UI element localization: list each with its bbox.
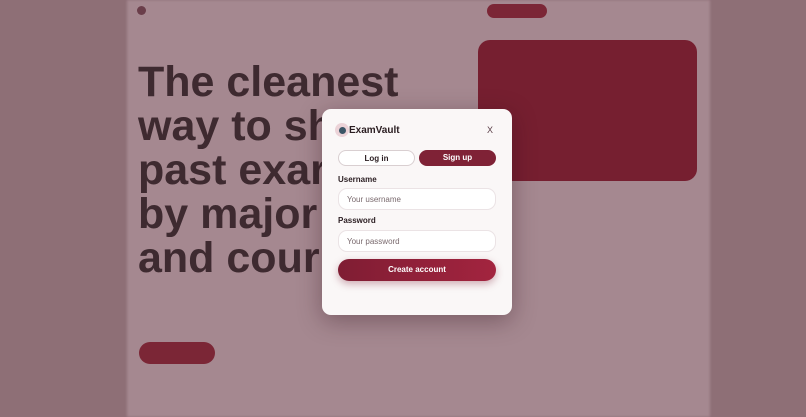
signup-modal xyxy=(322,109,512,315)
close-button[interactable]: X xyxy=(484,124,496,136)
tab-sign-up[interactable]: Sign up xyxy=(419,150,496,166)
tab-log-in[interactable]: Log in xyxy=(338,150,415,166)
password-input[interactable] xyxy=(338,230,496,252)
background-headline-line: The cleanest xyxy=(138,58,399,106)
brand-logo-icon xyxy=(335,123,349,137)
background-cta-button xyxy=(139,342,215,364)
background-nav-pill xyxy=(487,4,547,18)
password-label: Password xyxy=(338,216,376,225)
modal-brand-title: ExamVault xyxy=(349,125,400,136)
background-logo xyxy=(137,6,146,15)
username-label: Username xyxy=(338,175,377,184)
create-account-button[interactable]: Create account xyxy=(338,259,496,281)
username-input[interactable] xyxy=(338,188,496,210)
